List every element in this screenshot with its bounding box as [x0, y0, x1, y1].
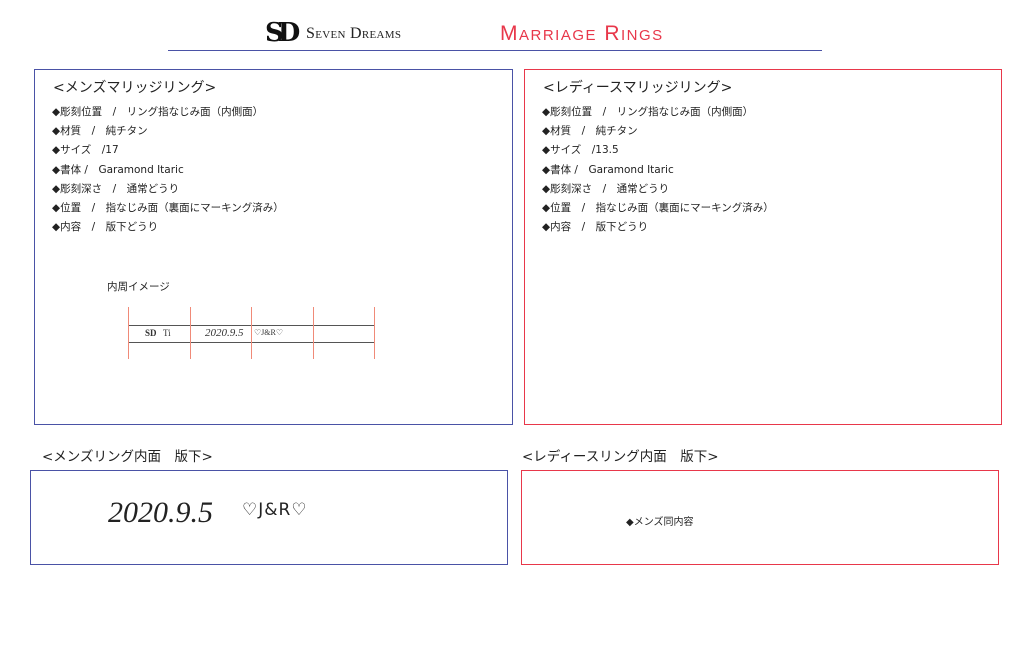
ladies-plate-box [521, 470, 999, 565]
mens-spec-list: ◆彫刻位置 / リング指なじみ面（内側面） ◆材質 / 純チタン ◆サイズ /1… [52, 103, 284, 237]
inner-date: 2020.9.5 [205, 327, 244, 339]
brand-logo: SD [265, 18, 300, 48]
segment-divider [190, 307, 192, 359]
spec-item: ◆材質 / 純チタン [542, 125, 638, 138]
segment-divider [251, 307, 253, 359]
inner-logo-mark: SD [145, 328, 157, 338]
ladies-plate-note: ◆メンズ同内容 [626, 517, 694, 528]
spec-item: ◆サイズ /13.5 [542, 144, 619, 157]
segment-divider [313, 307, 315, 359]
spec-item: ◆書体 / Garamond Itaric [52, 163, 184, 176]
mens-plate-initials: ♡J&R♡ [242, 500, 308, 520]
inner-image-label: 内周イメージ [107, 281, 170, 293]
page-title: Marriage Rings [500, 22, 664, 45]
spec-item: ◆彫刻位置 / リング指なじみ面（内側面） [542, 106, 754, 118]
mens-plate-date: 2020.9.5 [108, 496, 213, 529]
spec-item: ◆材質 / 純チタン [52, 125, 148, 138]
mens-plate-label: <メンズリング内面 版下> [42, 449, 213, 465]
segment-divider [374, 307, 376, 359]
inner-initials: ♡J&R♡ [254, 328, 284, 337]
spec-item: ◆書体 / Garamond Itaric [542, 163, 674, 176]
ladies-ring-spec-box: <レディースマリッジリング> ◆彫刻位置 / リング指なじみ面（内側面） ◆材質… [524, 69, 1002, 425]
spec-item: ◆彫刻深さ / 通常どうり [542, 182, 670, 195]
mens-ring-heading: <メンズマリッジリング> [53, 80, 217, 96]
spec-item: ◆彫刻深さ / 通常どうり [52, 182, 180, 195]
segment-divider [128, 307, 130, 359]
ladies-plate-label: <レディースリング内面 版下> [522, 449, 719, 465]
spec-item: ◆彫刻位置 / リング指なじみ面（内側面） [52, 106, 264, 118]
spec-item: ◆内容 / 版下どうり [542, 221, 649, 234]
inner-material: Ti [163, 328, 171, 338]
spec-item: ◆内容 / 版下どうり [52, 221, 159, 234]
ladies-spec-list: ◆彫刻位置 / リング指なじみ面（内側面） ◆材質 / 純チタン ◆サイズ /1… [542, 103, 774, 237]
spec-item: ◆位置 / 指なじみ面（裏面にマーキング済み） [52, 202, 284, 215]
spec-item: ◆サイズ /17 [52, 144, 119, 157]
spec-item: ◆位置 / 指なじみ面（裏面にマーキング済み） [542, 202, 774, 215]
mens-ring-spec-box: <メンズマリッジリング> ◆彫刻位置 / リング指なじみ面（内側面） ◆材質 /… [34, 69, 513, 425]
brand-name: Seven Dreams [306, 25, 402, 42]
ladies-ring-heading: <レディースマリッジリング> [543, 80, 733, 96]
header-divider [168, 50, 822, 51]
